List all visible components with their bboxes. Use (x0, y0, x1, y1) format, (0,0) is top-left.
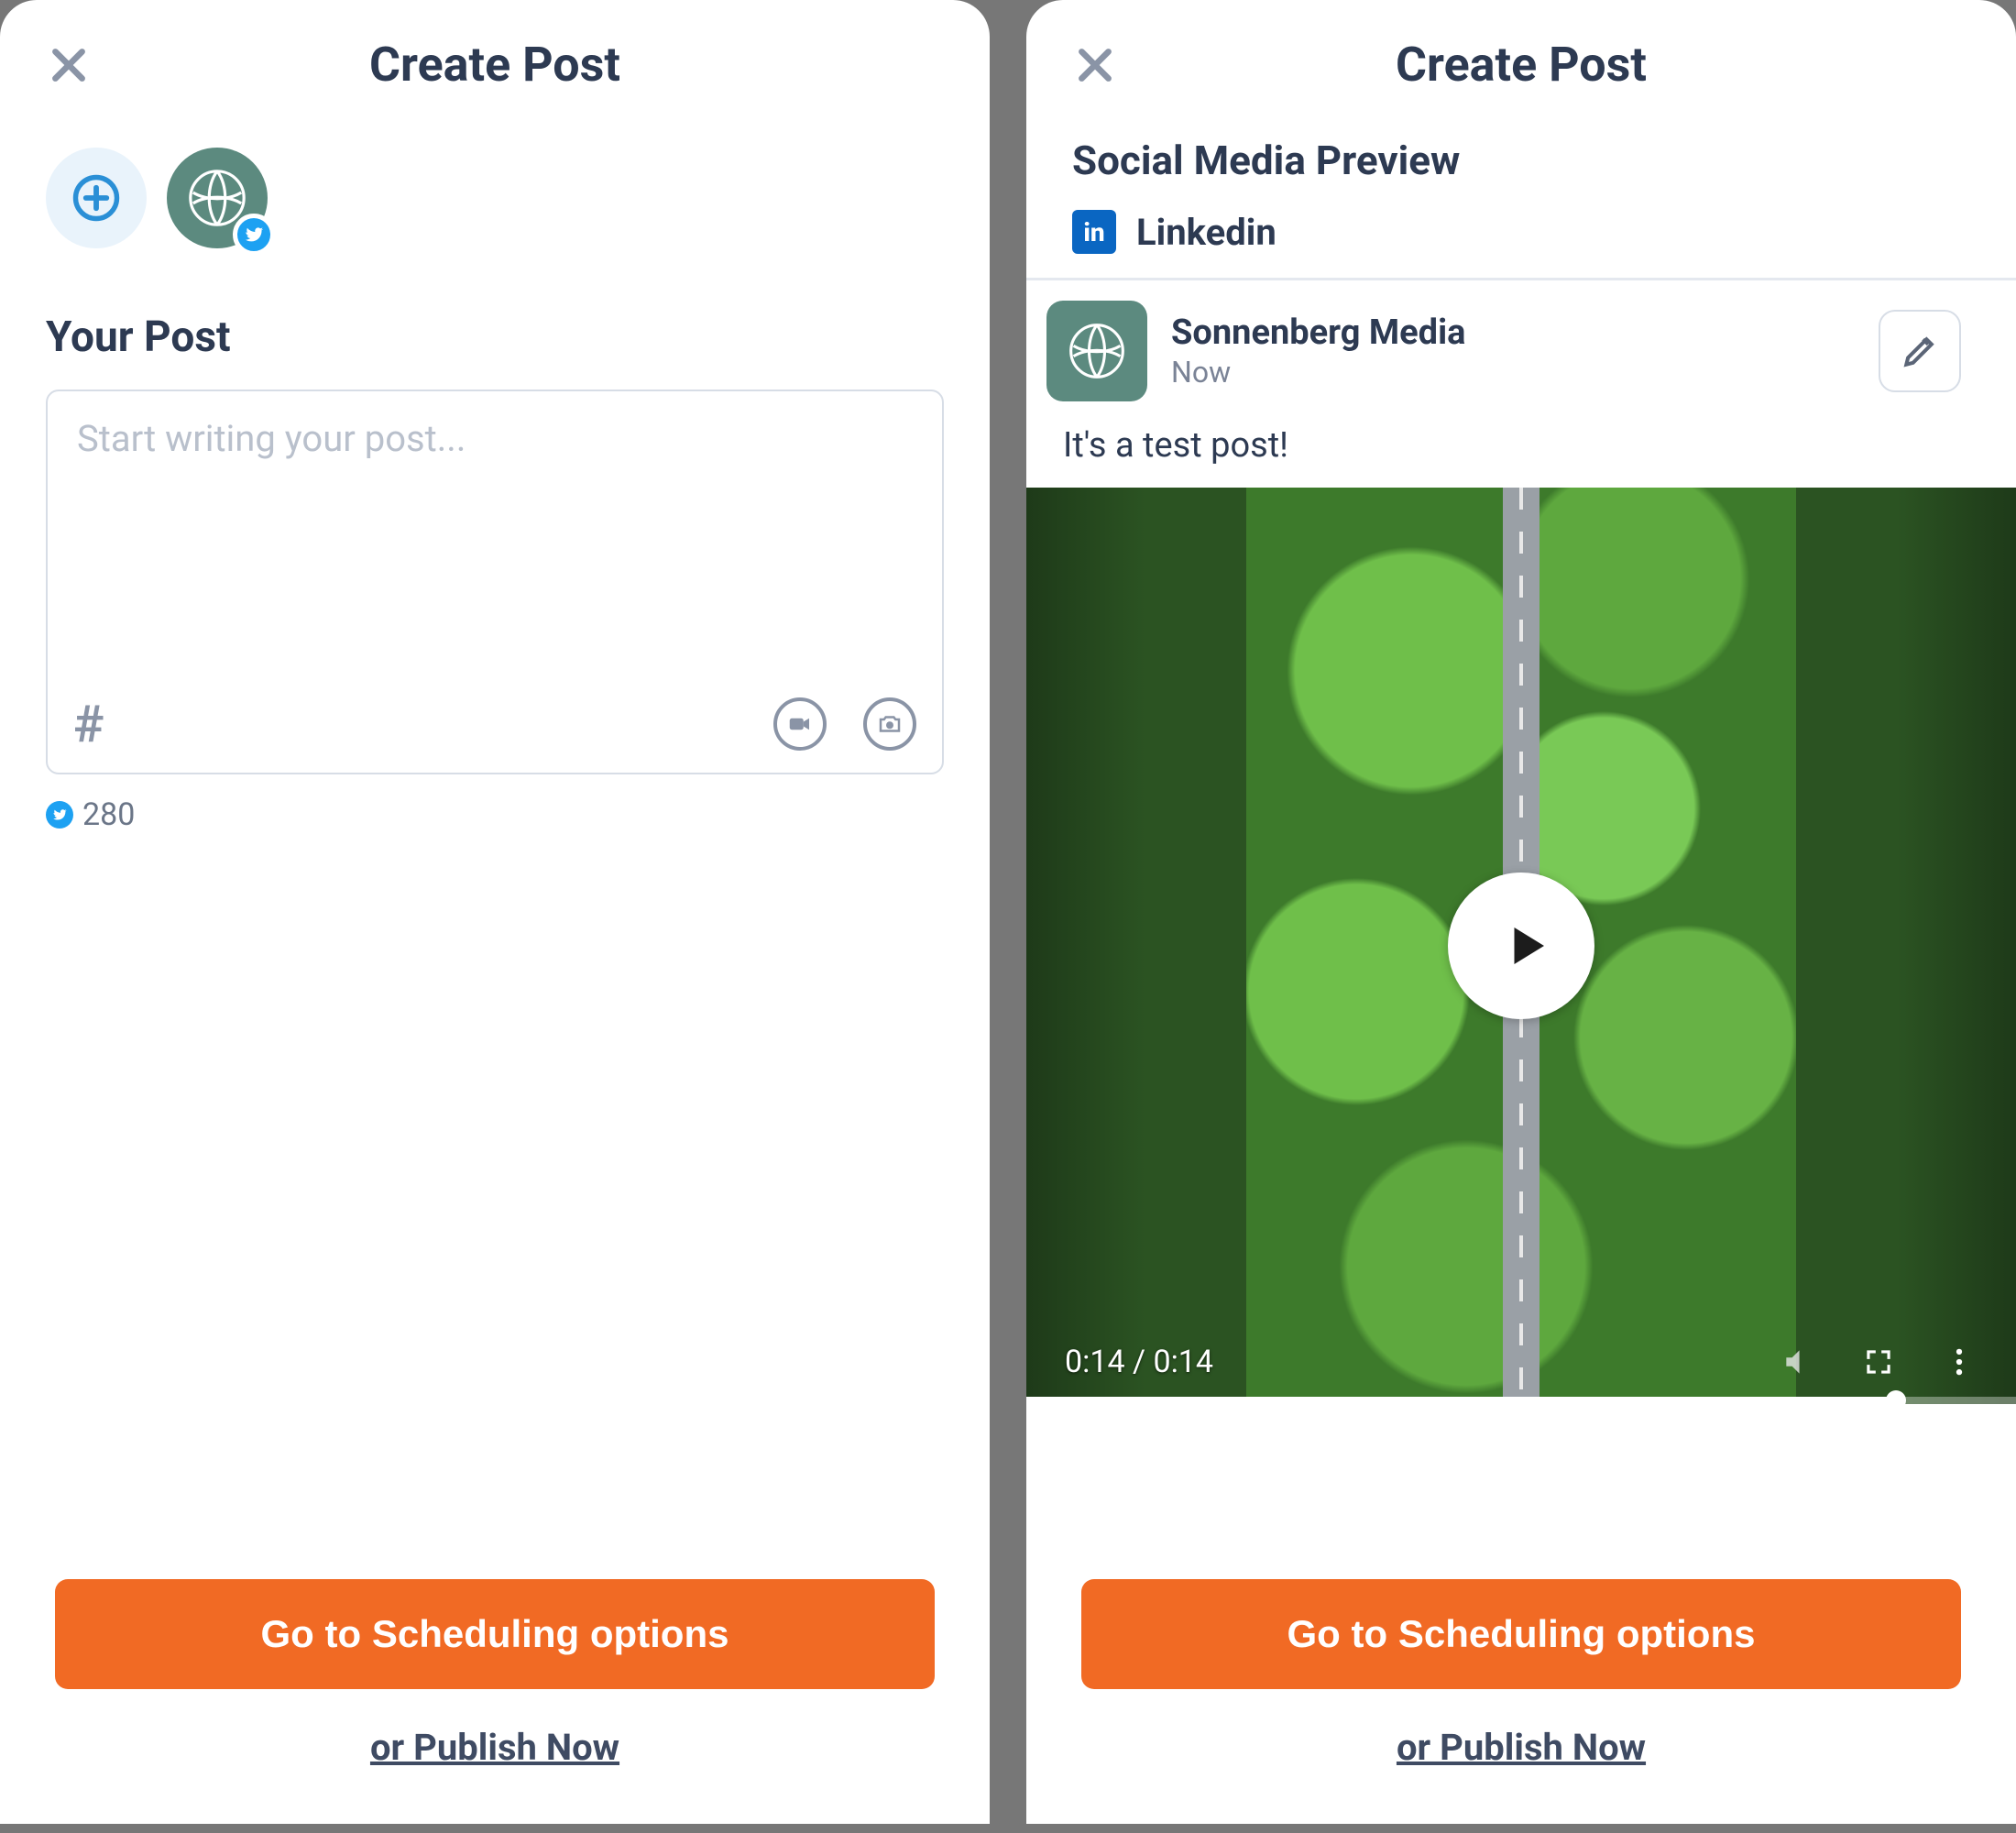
platform-row: in Linkedin (1026, 193, 2016, 280)
bottom-actions: Go to Scheduling options or Publish Now (1026, 1579, 2016, 1824)
more-icon[interactable] (1941, 1344, 1978, 1380)
publish-now-link[interactable]: or Publish Now (1397, 1726, 1646, 1769)
volume-icon[interactable] (1780, 1344, 1816, 1380)
post-textarea[interactable] (48, 391, 942, 683)
header: Create Post (1026, 0, 2016, 120)
page-title: Create Post (46, 37, 944, 93)
post-meta: Sonnenberg Media Now (1171, 313, 1855, 390)
create-post-screen-preview: Create Post Social Media Preview in Link… (1026, 0, 2016, 1824)
add-account-button[interactable] (46, 148, 147, 248)
video-preview: 0:14 / 0:14 (1026, 488, 2016, 1404)
post-author: Sonnenberg Media (1171, 313, 1855, 353)
post-preview-card: Sonnenberg Media Now It's a test post! 0… (1026, 280, 2016, 1404)
post-composer: # (46, 390, 944, 774)
header: Create Post (0, 0, 990, 120)
fullscreen-icon[interactable] (1860, 1344, 1897, 1380)
your-post-label: Your Post (0, 276, 990, 380)
twitter-badge-icon (233, 214, 275, 256)
character-counter: 280 (0, 774, 990, 855)
bottom-actions: Go to Scheduling options or Publish Now (0, 1579, 990, 1824)
post-avatar (1046, 301, 1147, 401)
composer-toolbar: # (48, 683, 942, 773)
video-time-label: 0:14 / 0:14 (1065, 1344, 1213, 1380)
twitter-icon (46, 801, 73, 829)
accounts-row (0, 120, 990, 276)
go-to-scheduling-button[interactable]: Go to Scheduling options (1081, 1579, 1961, 1689)
platform-name: Linkedin (1136, 211, 1276, 254)
page-title: Create Post (1072, 37, 1970, 93)
hashtag-button[interactable]: # (73, 694, 128, 754)
video-progress[interactable] (1026, 1397, 2016, 1404)
post-text: It's a test post! (1026, 414, 2016, 488)
go-to-scheduling-button[interactable]: Go to Scheduling options (55, 1579, 935, 1689)
social-preview-title: Social Media Preview (1026, 120, 2016, 193)
post-time: Now (1171, 355, 1855, 390)
create-post-screen-compose: Create Post Your Post # (0, 0, 990, 1824)
publish-now-link[interactable]: or Publish Now (370, 1726, 619, 1769)
post-header: Sonnenberg Media Now (1026, 280, 2016, 414)
edit-post-button[interactable] (1879, 310, 1961, 392)
video-icon[interactable] (773, 697, 827, 751)
play-button[interactable] (1448, 873, 1594, 1019)
linkedin-icon: in (1072, 210, 1116, 254)
video-controls: 0:14 / 0:14 (1026, 1327, 2016, 1404)
camera-icon[interactable] (863, 697, 916, 751)
char-count-value: 280 (82, 796, 135, 833)
account-avatar[interactable] (167, 148, 268, 248)
